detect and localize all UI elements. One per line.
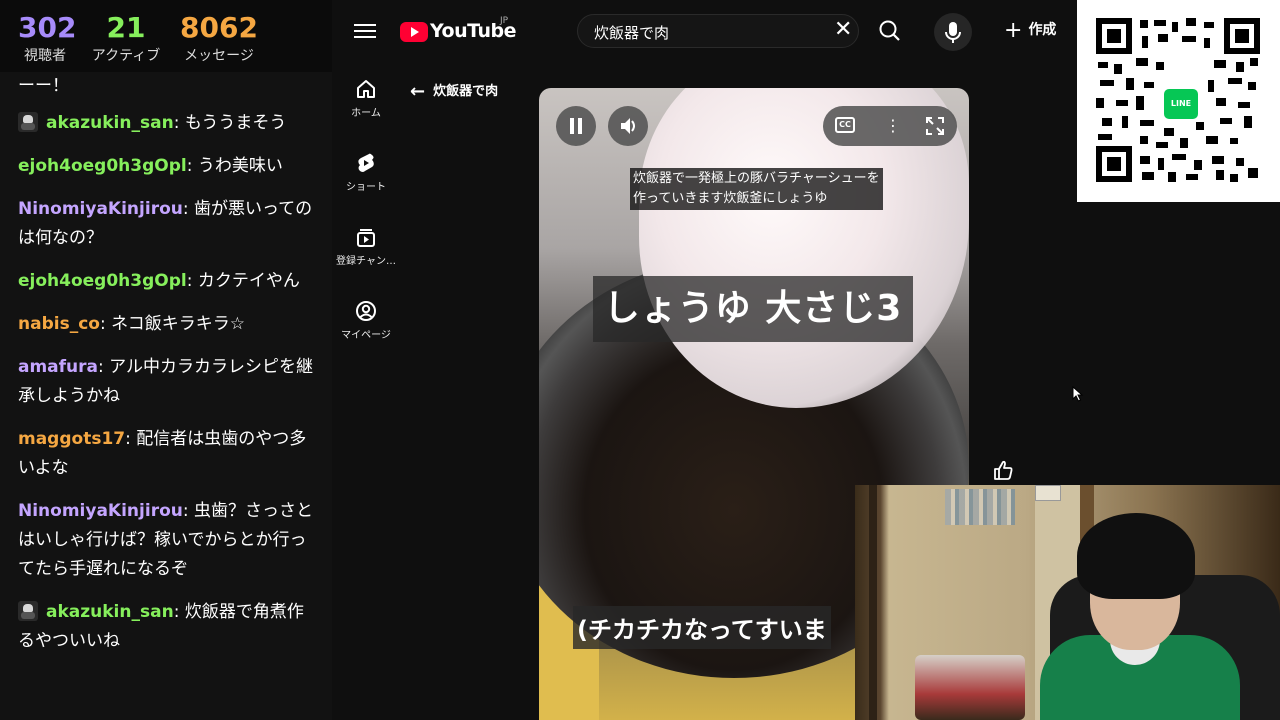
plus-icon: + [1004, 18, 1023, 43]
search-button[interactable] [872, 14, 908, 48]
voice-search-button[interactable] [934, 13, 972, 51]
chat-username[interactable]: maggots17 [18, 429, 125, 449]
nav-label: 登録チャン… [336, 256, 396, 267]
thumbs-up-icon [994, 460, 1013, 480]
chat-message: ejoh4oeg0h3gOpl: カクテイやん [18, 271, 300, 291]
nav-item-subscriptions[interactable]: 登録チャン… [332, 226, 400, 296]
youtube-play-icon [400, 22, 428, 42]
chat-username[interactable]: akazukin_san [46, 113, 174, 133]
back-to-search[interactable]: ← 炊飯器で肉 [410, 80, 498, 102]
chat-message: NinomiyaKinjirou: 虫歯？さっさとはいしゃ行けば？稼いでからとか… [18, 501, 313, 579]
home-icon [357, 80, 375, 98]
subtitle-line: 作っていきます炊飯釜にしょうゆ [633, 191, 828, 206]
stream-chat-panel: 302 視聴者 21 アクティブ 8062 メッセージ ーー！ akazukin… [0, 0, 332, 720]
hamburger-menu-icon[interactable] [354, 20, 376, 40]
auto-subtitle: 炊飯器で一発極上の豚バラチャーシューを 作っていきます炊飯釜にしょうゆ [630, 168, 883, 210]
shorts-icon [358, 153, 374, 172]
create-button[interactable]: + 作成 [1004, 18, 1056, 46]
user-avatar-icon [18, 601, 38, 621]
fullscreen-icon[interactable] [923, 114, 947, 138]
subscriptions-icon [357, 229, 375, 247]
video-caption-main: しょうゆ 大さじ3 [593, 276, 913, 342]
search-icon [879, 20, 900, 41]
chat-message: ejoh4oeg0h3gOpl: うわ美味い [18, 156, 283, 176]
chat-message: akazukin_san: 炊飯器で角煮作るやついいね [18, 601, 304, 651]
chat-username[interactable]: NinomiyaKinjirou [18, 199, 183, 219]
account-icon [356, 301, 376, 321]
viewer-count-value: 302 [18, 11, 77, 44]
chat-message-list: ーー！ akazukin_san: もううまそう ejoh4oeg0h3gOpl… [18, 72, 318, 670]
chat-text: もううまそう [184, 113, 287, 133]
volume-button[interactable] [608, 106, 648, 146]
region-code: JP [500, 16, 509, 26]
captions-icon[interactable]: CC [835, 117, 855, 133]
chat-username[interactable]: nabis_co [18, 314, 100, 334]
nav-item-mypage[interactable]: マイページ [332, 300, 400, 370]
chat-username[interactable]: NinomiyaKinjirou [18, 501, 183, 521]
stream-stats-bar: 302 視聴者 21 アクティブ 8062 メッセージ [0, 0, 332, 72]
user-avatar-icon [18, 112, 38, 132]
nav-label: ショート [346, 182, 386, 193]
subtitle-line: 炊飯器で一発極上の豚バラチャーシューを [633, 171, 880, 186]
nav-label: ホーム [351, 108, 381, 119]
chat-message: amafura: アル中カラカラレシピを継承しようかね [18, 357, 313, 406]
search-query: 炊飯器で肉 [594, 24, 670, 42]
nav-item-shorts[interactable]: ショート [332, 152, 400, 222]
nav-label: マイページ [341, 330, 391, 341]
chat-username[interactable]: ejoh4oeg0h3gOpl [18, 156, 187, 176]
youtube-header: YouTube JP 炊飯器で肉 ✕ + 作成 [332, 0, 1200, 62]
streamer-webcam [855, 485, 1280, 720]
nav-item-home[interactable]: ホーム [332, 78, 400, 148]
line-qr-code: LINE [1077, 0, 1280, 202]
message-count-label: メッセージ [184, 48, 254, 64]
video-controls-pill: CC ⋮ [823, 106, 957, 146]
chat-text: ネコ飯キラキラ☆ [111, 314, 245, 334]
chat-text: カクテイやん [197, 271, 300, 291]
pause-button[interactable] [556, 106, 596, 146]
active-count-value: 21 [106, 11, 146, 44]
active-count-label: アクティブ [91, 48, 161, 64]
more-options-icon[interactable]: ⋮ [885, 114, 901, 138]
message-count: 8062 メッセージ [180, 12, 258, 66]
back-arrow-icon: ← [410, 81, 426, 102]
viewer-count: 302 視聴者 [18, 11, 77, 66]
volume-icon [621, 118, 635, 134]
microphone-icon [945, 22, 961, 43]
clear-search-icon[interactable]: ✕ [834, 18, 854, 42]
create-label: 作成 [1028, 22, 1057, 38]
chat-message: NinomiyaKinjirou: 歯が悪いってのは何なの？ [18, 199, 313, 248]
mouse-cursor-icon [1072, 386, 1084, 402]
line-logo-icon: LINE [1161, 86, 1201, 122]
video-caption-bottom: (チカチカなってすいま [573, 606, 831, 649]
chat-username[interactable]: ejoh4oeg0h3gOpl [18, 271, 187, 291]
active-count: 21 アクティブ [88, 12, 164, 66]
chat-message-partial: ーー！ [18, 76, 69, 96]
chat-username[interactable]: akazukin_san [46, 602, 174, 622]
viewer-count-label: 視聴者 [24, 48, 66, 64]
chat-message: maggots17: 配信者は虫歯のやつ多いよな [18, 429, 307, 478]
chat-text: うわ美味い [197, 156, 283, 176]
search-input[interactable]: 炊飯器で肉 [577, 14, 859, 48]
message-count-value: 8062 [180, 11, 258, 44]
youtube-side-nav: ホーム ショート 登録チャン… マイページ [332, 74, 400, 370]
chat-username[interactable]: amafura [18, 357, 98, 377]
chat-message: akazukin_san: もううまそう [18, 109, 318, 138]
chat-message: nabis_co: ネコ飯キラキラ☆ [18, 314, 245, 334]
like-button[interactable] [985, 452, 1021, 488]
back-label: 炊飯器で肉 [433, 84, 499, 99]
